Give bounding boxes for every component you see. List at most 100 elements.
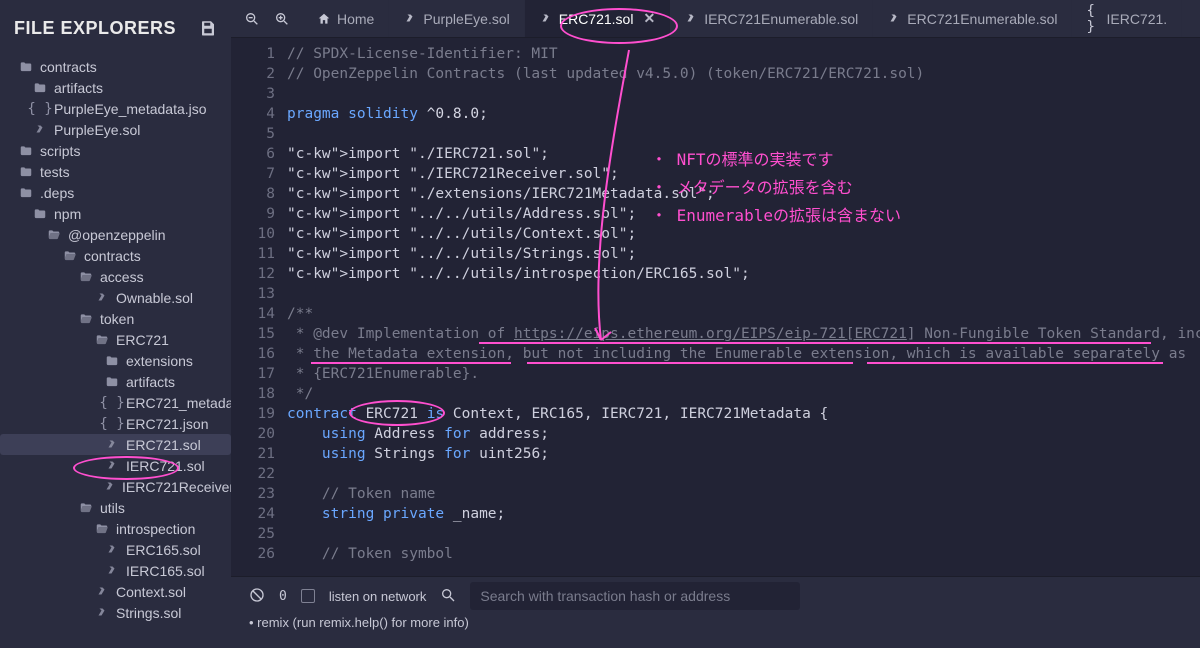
tree-item-label: extensions: [126, 353, 193, 369]
code-line[interactable]: // Token name: [287, 484, 1200, 504]
code-line[interactable]: using Address for address;: [287, 424, 1200, 444]
tx-search-input[interactable]: [470, 582, 800, 610]
tree-item[interactable]: introspection: [0, 518, 231, 539]
sol-icon: [403, 12, 417, 26]
tree-item[interactable]: .deps: [0, 182, 231, 203]
tree-item-label: PurpleEye_metadata.jso: [54, 101, 207, 117]
tree-item[interactable]: IERC165.sol: [0, 560, 231, 581]
tree-item[interactable]: ERC721.sol: [0, 434, 231, 455]
code-line[interactable]: // OpenZeppelin Contracts (last updated …: [287, 64, 1200, 84]
terminal-clear-icon[interactable]: [249, 587, 265, 606]
folder-open-icon: [78, 270, 94, 284]
tab-file[interactable]: ERC721.sol✕: [525, 0, 670, 37]
tab-file[interactable]: IERC721Enumerable.sol: [670, 0, 873, 37]
tree-item[interactable]: IERC721Receiver.s: [0, 476, 231, 497]
tree-item[interactable]: scripts: [0, 140, 231, 161]
code-line[interactable]: [287, 284, 1200, 304]
tab-bar: Home PurpleEye.solERC721.sol✕IERC721Enum…: [231, 0, 1200, 38]
code-line[interactable]: [287, 464, 1200, 484]
tab-file[interactable]: PurpleEye.sol: [389, 0, 524, 37]
code-line[interactable]: [287, 124, 1200, 144]
code-line[interactable]: * {ERC721Enumerable}.: [287, 364, 1200, 384]
tree-item-label: access: [100, 269, 144, 285]
sol-icon: [104, 439, 120, 451]
code-line[interactable]: "c-kw">import "./IERC721.sol";: [287, 144, 1200, 164]
tree-item[interactable]: contracts: [0, 56, 231, 77]
folder-icon: [18, 165, 34, 179]
tree-item[interactable]: @openzeppelin: [0, 224, 231, 245]
code-editor[interactable]: 1234567891011121314151617181920212223242…: [231, 38, 1200, 576]
zoom-in-icon[interactable]: [273, 10, 291, 28]
tree-item[interactable]: extensions: [0, 350, 231, 371]
tree-item-label: introspection: [116, 521, 195, 537]
sidebar-title: FILE EXPLORERS: [14, 18, 176, 39]
code-line[interactable]: [287, 524, 1200, 544]
code-line[interactable]: "c-kw">import "../../utils/Strings.sol";: [287, 244, 1200, 264]
tab-tools: [231, 0, 303, 37]
tree-item-label: artifacts: [54, 80, 103, 96]
tree-item-label: contracts: [40, 59, 97, 75]
code-line[interactable]: string private _name;: [287, 504, 1200, 524]
tree-item[interactable]: ERC165.sol: [0, 539, 231, 560]
tree-item[interactable]: PurpleEye.sol: [0, 119, 231, 140]
terminal-top-row: 0 listen on network: [231, 577, 1200, 615]
tree-item[interactable]: access: [0, 266, 231, 287]
code-line[interactable]: */: [287, 384, 1200, 404]
line-gutter: 1234567891011121314151617181920212223242…: [231, 38, 287, 576]
folder-icon: [104, 354, 120, 368]
tree-item-label: artifacts: [126, 374, 175, 390]
tree-item[interactable]: npm: [0, 203, 231, 224]
code-line[interactable]: // SPDX-License-Identifier: MIT: [287, 44, 1200, 64]
sol-icon: [94, 607, 110, 619]
tree-item[interactable]: ERC721: [0, 329, 231, 350]
tree-item[interactable]: { }ERC721.json: [0, 413, 231, 434]
tree-item-label: IERC721Receiver.s: [122, 479, 231, 495]
tab-file[interactable]: { }IERC721.: [1072, 0, 1182, 37]
folder-open-icon: [62, 249, 78, 263]
sol-icon: [104, 565, 120, 577]
folder-icon: [32, 207, 48, 221]
code-line[interactable]: contract ERC721 is Context, ERC165, IERC…: [287, 404, 1200, 424]
bracefile-icon: { }: [104, 395, 120, 411]
tree-item[interactable]: tests: [0, 161, 231, 182]
tab-home[interactable]: Home: [303, 0, 389, 37]
search-icon[interactable]: [440, 587, 456, 606]
code-line[interactable]: "c-kw">import "../../utils/Address.sol";: [287, 204, 1200, 224]
tree-item[interactable]: Strings.sol: [0, 602, 231, 623]
code-line[interactable]: "c-kw">import "./extensions/IERC721Metad…: [287, 184, 1200, 204]
folder-icon: [104, 375, 120, 389]
tree-item-label: IERC721.sol: [126, 458, 205, 474]
tree-item[interactable]: Ownable.sol: [0, 287, 231, 308]
code-area[interactable]: // SPDX-License-Identifier: MIT// OpenZe…: [287, 38, 1200, 576]
tree-item[interactable]: { }ERC721_metada: [0, 392, 231, 413]
tab-file[interactable]: ERC721Enumerable.sol: [873, 0, 1072, 37]
tree-item-label: tests: [40, 164, 70, 180]
code-line[interactable]: "c-kw">import "../../utils/Context.sol";: [287, 224, 1200, 244]
tree-item[interactable]: IERC721.sol: [0, 455, 231, 476]
tree-item-label: contracts: [84, 248, 141, 264]
listen-checkbox[interactable]: [301, 589, 315, 603]
tree-item[interactable]: utils: [0, 497, 231, 518]
code-line[interactable]: using Strings for uint256;: [287, 444, 1200, 464]
tree-item[interactable]: Context.sol: [0, 581, 231, 602]
tree-item[interactable]: { }PurpleEye_metadata.jso: [0, 98, 231, 119]
code-line[interactable]: "c-kw">import "./IERC721Receiver.sol";: [287, 164, 1200, 184]
code-line[interactable]: * @dev Implementation of https://eips.et…: [287, 324, 1200, 344]
file-tree[interactable]: contractsartifacts{ }PurpleEye_metadata.…: [0, 56, 231, 648]
tree-item[interactable]: contracts: [0, 245, 231, 266]
save-icon[interactable]: [199, 19, 217, 37]
close-icon[interactable]: ✕: [643, 10, 655, 27]
code-line[interactable]: "c-kw">import "../../utils/introspection…: [287, 264, 1200, 284]
tree-item[interactable]: artifacts: [0, 371, 231, 392]
tree-item[interactable]: artifacts: [0, 77, 231, 98]
code-line[interactable]: /**: [287, 304, 1200, 324]
code-line[interactable]: * the Metadata extension, but not includ…: [287, 344, 1200, 364]
folder-open-icon: [94, 522, 110, 536]
terminal-output-line: • remix (run remix.help() for more info): [231, 615, 1200, 636]
tree-item[interactable]: token: [0, 308, 231, 329]
folder-icon: [18, 60, 34, 74]
code-line[interactable]: [287, 84, 1200, 104]
code-line[interactable]: pragma solidity ^0.8.0;: [287, 104, 1200, 124]
zoom-out-icon[interactable]: [243, 10, 261, 28]
code-line[interactable]: // Token symbol: [287, 544, 1200, 564]
